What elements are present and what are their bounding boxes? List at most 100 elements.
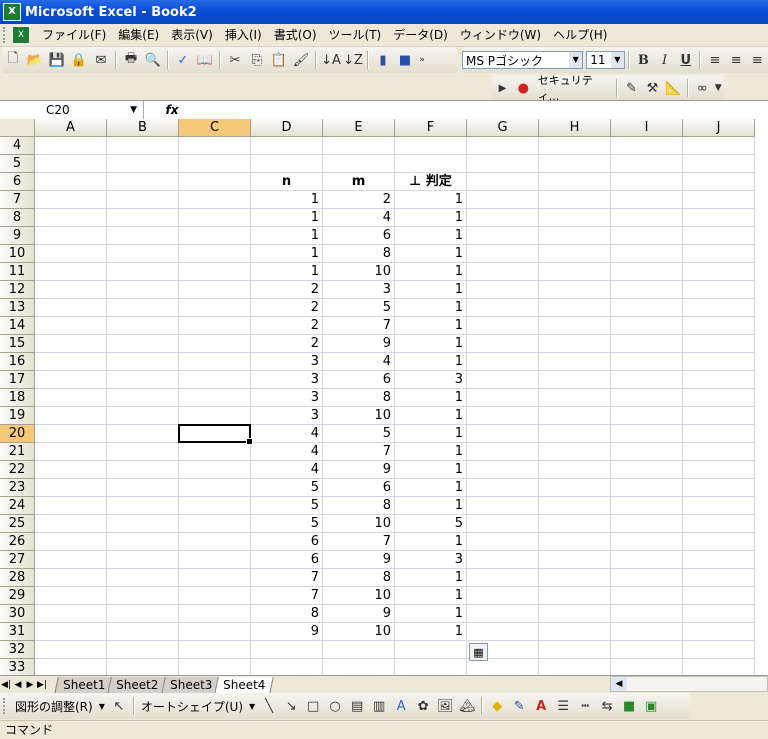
cell-b9[interactable] <box>107 227 179 245</box>
cell-a14[interactable] <box>35 317 107 335</box>
workbook-icon[interactable]: X <box>12 26 30 44</box>
cell-e20[interactable]: 5 <box>323 425 395 443</box>
cell-f29[interactable]: 1 <box>395 587 467 605</box>
cell-e32[interactable] <box>323 641 395 659</box>
cell-a16[interactable] <box>35 353 107 371</box>
cell-g25[interactable] <box>467 515 539 533</box>
cell-i24[interactable] <box>611 497 683 515</box>
cell-c10[interactable] <box>179 245 251 263</box>
cell-h24[interactable] <box>539 497 611 515</box>
column-header-f[interactable]: F <box>395 119 467 137</box>
prev-sheet-icon[interactable]: ◀ <box>12 680 24 690</box>
cell-g5[interactable] <box>467 155 539 173</box>
row-header-13[interactable]: 13 <box>0 299 35 317</box>
clip-art-icon[interactable]: 🖼 <box>435 696 455 716</box>
cell-h32[interactable] <box>539 641 611 659</box>
sort-descending-icon[interactable]: ↓Z <box>343 50 363 70</box>
align-left-icon[interactable]: ≡ <box>705 50 724 70</box>
cell-g6[interactable] <box>467 173 539 191</box>
cell-e15[interactable]: 9 <box>323 335 395 353</box>
toolbar-grip[interactable] <box>3 27 8 43</box>
sort-ascending-icon[interactable]: ↓A <box>321 50 341 70</box>
cell-j16[interactable] <box>683 353 755 371</box>
cell-b18[interactable] <box>107 389 179 407</box>
row-header-14[interactable]: 14 <box>0 317 35 335</box>
cell-h19[interactable] <box>539 407 611 425</box>
cell-c24[interactable] <box>179 497 251 515</box>
draw-menu-button[interactable]: 図形の調整(R) <box>12 698 96 715</box>
cell-b4[interactable] <box>107 137 179 155</box>
cell-c27[interactable] <box>179 551 251 569</box>
cell-d8[interactable]: 1 <box>251 209 323 227</box>
cell-h26[interactable] <box>539 533 611 551</box>
cell-j13[interactable] <box>683 299 755 317</box>
cell-e21[interactable]: 7 <box>323 443 395 461</box>
cell-j5[interactable] <box>683 155 755 173</box>
cell-d21[interactable]: 4 <box>251 443 323 461</box>
cell-g30[interactable] <box>467 605 539 623</box>
cell-b26[interactable] <box>107 533 179 551</box>
cell-e17[interactable]: 6 <box>323 371 395 389</box>
cell-c8[interactable] <box>179 209 251 227</box>
align-right-icon[interactable]: ≡ <box>748 50 767 70</box>
cell-j12[interactable] <box>683 281 755 299</box>
script-editor-icon[interactable]: ∞ <box>693 78 712 98</box>
cell-c29[interactable] <box>179 587 251 605</box>
paste-options-icon[interactable]: ▦ <box>469 643 488 661</box>
cell-f4[interactable] <box>395 137 467 155</box>
cell-h31[interactable] <box>539 623 611 641</box>
row-header-20[interactable]: 20 <box>0 425 35 443</box>
cell-j23[interactable] <box>683 479 755 497</box>
cell-f7[interactable]: 1 <box>395 191 467 209</box>
cell-a28[interactable] <box>35 569 107 587</box>
cell-g22[interactable] <box>467 461 539 479</box>
cell-f10[interactable]: 1 <box>395 245 467 263</box>
toolbar-options-icon[interactable]: ▼ <box>714 78 723 98</box>
cell-j15[interactable] <box>683 335 755 353</box>
italic-button[interactable]: I <box>655 50 674 70</box>
cell-a25[interactable] <box>35 515 107 533</box>
cell-f5[interactable] <box>395 155 467 173</box>
cell-f14[interactable]: 1 <box>395 317 467 335</box>
menu-view[interactable]: 表示(V) <box>165 25 219 45</box>
cell-g20[interactable] <box>467 425 539 443</box>
cell-i29[interactable] <box>611 587 683 605</box>
cell-a19[interactable] <box>35 407 107 425</box>
cell-h22[interactable] <box>539 461 611 479</box>
cell-e5[interactable] <box>323 155 395 173</box>
cell-f13[interactable]: 1 <box>395 299 467 317</box>
cell-h9[interactable] <box>539 227 611 245</box>
column-header-e[interactable]: E <box>323 119 395 137</box>
tab-sheet2[interactable]: Sheet2 <box>107 676 168 694</box>
cell-a24[interactable] <box>35 497 107 515</box>
cell-f18[interactable]: 1 <box>395 389 467 407</box>
cell-i28[interactable] <box>611 569 683 587</box>
row-header-7[interactable]: 7 <box>0 191 35 209</box>
cell-b29[interactable] <box>107 587 179 605</box>
cell-e33[interactable] <box>323 659 395 675</box>
cell-e12[interactable]: 3 <box>323 281 395 299</box>
cell-e7[interactable]: 2 <box>323 191 395 209</box>
cell-g12[interactable] <box>467 281 539 299</box>
cell-i15[interactable] <box>611 335 683 353</box>
cell-g16[interactable] <box>467 353 539 371</box>
cell-d11[interactable]: 1 <box>251 263 323 281</box>
row-header-26[interactable]: 26 <box>0 533 35 551</box>
cell-e8[interactable]: 4 <box>323 209 395 227</box>
cell-i22[interactable] <box>611 461 683 479</box>
cell-d33[interactable] <box>251 659 323 675</box>
row-header-19[interactable]: 19 <box>0 407 35 425</box>
cell-f20[interactable]: 1 <box>395 425 467 443</box>
cell-j24[interactable] <box>683 497 755 515</box>
chart-wizard-icon[interactable]: ▮ <box>373 50 393 70</box>
cell-b33[interactable] <box>107 659 179 675</box>
font-size-select[interactable]: 11 ▼ <box>586 51 625 69</box>
cell-c28[interactable] <box>179 569 251 587</box>
cell-g14[interactable] <box>467 317 539 335</box>
row-header-9[interactable]: 9 <box>0 227 35 245</box>
row-header-27[interactable]: 27 <box>0 551 35 569</box>
cell-e14[interactable]: 7 <box>323 317 395 335</box>
chevron-down-icon[interactable]: ▼ <box>130 101 137 119</box>
cell-i6[interactable] <box>611 173 683 191</box>
cell-e16[interactable]: 4 <box>323 353 395 371</box>
